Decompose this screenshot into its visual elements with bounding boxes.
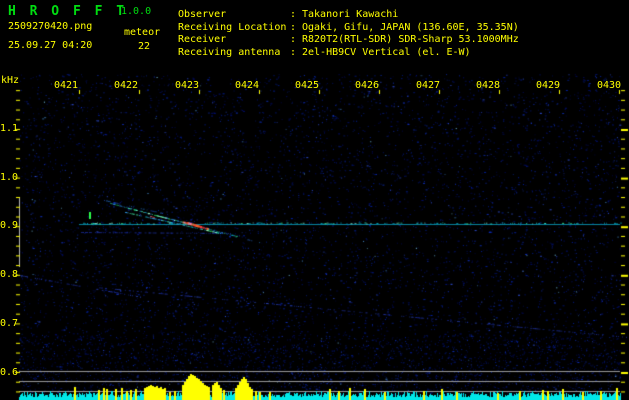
info-colon: : <box>290 47 297 59</box>
info-value: Takanori Kawachi <box>302 9 399 20</box>
spectrogram-canvas <box>0 0 629 400</box>
info-colon: : <box>290 34 297 46</box>
info-row-observer: Observer: Takanori Kawachi <box>178 9 519 22</box>
freq-tick-label: 1.0 <box>0 172 19 183</box>
info-value: 2el-HB9CV Vertical (el. E-W) <box>302 47 471 59</box>
freq-tick-label: 0.6 <box>0 367 19 378</box>
freq-tick-label: 1.1 <box>0 123 19 134</box>
info-label: Receiving antenna <box>178 47 281 59</box>
time-tick-label: 0421 <box>53 80 79 91</box>
time-tick-label: 0424 <box>234 80 260 91</box>
time-tick-label: 0428 <box>475 80 501 91</box>
hrofft-window: H R O F F T 1.0.0 2509270420.png meteor … <box>0 0 629 400</box>
time-tick-label: 0422 <box>113 80 139 91</box>
info-colon: : <box>290 9 297 20</box>
time-tick-label: 0429 <box>535 80 561 91</box>
info-row-location: Receiving Location: Ogaki, Gifu, JAPAN (1… <box>178 22 519 35</box>
observation-mode: meteor <box>124 27 161 38</box>
app-title: H R O F F T <box>8 4 128 19</box>
freq-axis-unit: kHz <box>1 75 20 86</box>
info-row-antenna: Receiving antenna:2el-HB9CV Vertical (el… <box>178 47 519 60</box>
freq-tick-label: 0.7 <box>0 318 19 329</box>
info-colon: : <box>290 21 297 33</box>
info-row-receiver: Receiver: R820T2(RTL-SDR) SDR-Sharp 53.10… <box>178 34 519 47</box>
info-label: Receiver <box>178 34 227 46</box>
app-version: 1.0.0 <box>121 6 152 17</box>
station-info: Observer: Takanori Kawachi Receiving Loca… <box>178 9 519 60</box>
echo-count: 22 <box>138 41 151 52</box>
info-value: Ogaki, Gifu, JAPAN (136.60E, 35.35N) <box>302 21 519 33</box>
output-filename: 2509270420.png <box>8 21 93 32</box>
freq-tick-label: 0.9 <box>0 220 19 231</box>
info-value: R820T2(RTL-SDR) SDR-Sharp 53.1000MHz <box>302 34 519 46</box>
time-tick-label: 0430 <box>596 80 622 91</box>
time-tick-label: 0427 <box>415 80 441 91</box>
time-tick-label: 0426 <box>354 80 380 91</box>
freq-tick-label: 0.8 <box>0 269 19 280</box>
info-label: Observer <box>178 9 227 20</box>
observation-datetime: 25.09.27 04:20 <box>8 40 93 51</box>
info-label: Receiving Location <box>178 21 287 33</box>
time-tick-label: 0425 <box>294 80 320 91</box>
time-tick-label: 0423 <box>174 80 200 91</box>
